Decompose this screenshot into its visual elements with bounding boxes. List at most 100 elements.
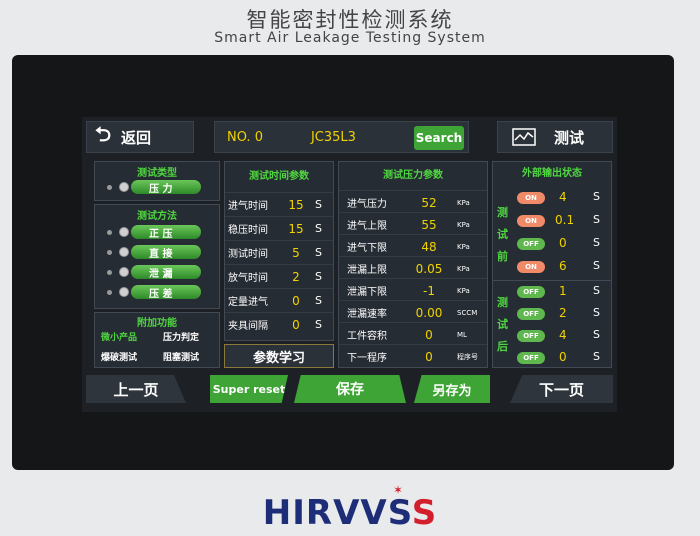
output-toggle[interactable]: ON bbox=[517, 261, 545, 273]
output-toggle[interactable]: OFF bbox=[517, 308, 545, 320]
param-value[interactable]: 55 bbox=[401, 218, 457, 232]
output-time[interactable]: 0 bbox=[559, 350, 567, 364]
param-value[interactable]: 5 bbox=[277, 246, 315, 260]
param-row[interactable]: 泄漏速率 0.00 SCCM bbox=[339, 300, 487, 324]
param-label: 进气上限 bbox=[347, 221, 387, 232]
output-time[interactable]: 2 bbox=[559, 306, 567, 320]
param-row[interactable]: 泄漏下限 -1 KPa bbox=[339, 278, 487, 302]
param-row[interactable]: 泄漏上限 0.05 KPa bbox=[339, 256, 487, 280]
after-test-label: 测 试 后 bbox=[497, 292, 511, 358]
param-value[interactable]: 52 bbox=[401, 196, 457, 210]
param-value[interactable]: 0 bbox=[401, 328, 457, 342]
after-char: 测 bbox=[497, 296, 508, 309]
test-type-option-label: 压 力 bbox=[149, 183, 173, 195]
param-unit: KPa bbox=[457, 220, 470, 229]
param-row[interactable]: 进气下限 48 KPa bbox=[339, 234, 487, 258]
radio-method-1[interactable] bbox=[119, 227, 129, 237]
indicator-dot bbox=[107, 270, 112, 275]
save-button[interactable]: 保存 bbox=[294, 375, 406, 403]
test-type-option[interactable]: 压 力 bbox=[131, 180, 201, 195]
method-option-1[interactable]: 正 压 bbox=[131, 225, 201, 240]
param-value[interactable]: 0 bbox=[401, 350, 457, 364]
param-value[interactable]: 15 bbox=[277, 198, 315, 212]
param-label: 进气下限 bbox=[347, 243, 387, 254]
output-toggle[interactable]: ON bbox=[517, 215, 545, 227]
output-time[interactable]: 0 bbox=[559, 236, 567, 250]
output-time[interactable]: 4 bbox=[559, 328, 567, 342]
indicator-dot bbox=[107, 185, 112, 190]
param-value[interactable]: -1 bbox=[401, 284, 457, 298]
brand-text-a: HIR bbox=[262, 493, 334, 533]
param-row[interactable]: 定量进气 0 S bbox=[225, 288, 333, 312]
method-option-2[interactable]: 直 接 bbox=[131, 245, 201, 260]
output-toggle[interactable]: ON bbox=[517, 192, 545, 204]
param-value[interactable]: 0.00 bbox=[401, 306, 457, 320]
search-button[interactable]: Search bbox=[414, 126, 464, 150]
param-unit: S bbox=[315, 294, 322, 307]
param-unit: KPa bbox=[457, 242, 470, 251]
param-unit: S bbox=[315, 222, 322, 235]
param-row[interactable]: 下一程序 0 程序号 bbox=[339, 344, 487, 368]
param-value[interactable]: 15 bbox=[277, 222, 315, 236]
param-row[interactable]: 工件容积 0 ML bbox=[339, 322, 487, 346]
param-row[interactable]: 进气上限 55 KPa bbox=[339, 212, 487, 236]
param-row[interactable]: 进气压力 52 KPa bbox=[339, 190, 487, 214]
param-label: 进气压力 bbox=[347, 199, 387, 210]
before-char: 前 bbox=[497, 250, 508, 263]
param-learn-button[interactable]: 参数学习 bbox=[224, 344, 334, 368]
radio-method-3[interactable] bbox=[119, 267, 129, 277]
output-toggle[interactable]: OFF bbox=[517, 286, 545, 298]
param-row[interactable]: 进气时间 15 S bbox=[225, 192, 333, 216]
radio-method-4[interactable] bbox=[119, 287, 129, 297]
prev-page-label: 上一页 bbox=[113, 380, 159, 399]
method-option-4[interactable]: 压 差 bbox=[131, 285, 201, 300]
param-value[interactable]: 2 bbox=[277, 270, 315, 284]
output-toggle[interactable]: OFF bbox=[517, 330, 545, 342]
output-time[interactable]: 1 bbox=[559, 284, 567, 298]
test-type-panel: 测试类型 压 力 bbox=[94, 161, 220, 201]
param-row[interactable]: 放气时间 2 S bbox=[225, 264, 333, 288]
output-toggle[interactable]: OFF bbox=[517, 352, 545, 364]
radio-test-type[interactable] bbox=[119, 182, 129, 192]
param-row[interactable]: 测试时间 5 S bbox=[225, 240, 333, 264]
hmi-screen: ⮌ 返回 NO. 0 JC35L3 Search 测试 测试类型 压 力 测试方… bbox=[82, 117, 617, 412]
param-row[interactable]: 稳压时间 15 S bbox=[225, 216, 333, 240]
param-value[interactable]: 48 bbox=[401, 240, 457, 254]
output-toggle[interactable]: OFF bbox=[517, 238, 545, 250]
output-unit: S bbox=[593, 190, 600, 203]
next-page-button[interactable]: 下一页 bbox=[510, 375, 613, 403]
method-label-3: 泄 漏 bbox=[149, 268, 173, 280]
extra-pressure-judge[interactable]: 压力判定 bbox=[163, 330, 199, 343]
next-page-label: 下一页 bbox=[538, 380, 584, 399]
pressure-params-panel: 测试压力参数 进气压力 52 KPa 进气上限 55 KPa 进气下限 48 K… bbox=[338, 161, 488, 368]
extra-functions-panel: 附加功能 微小产品 压力判定 爆破测试 阻塞测试 bbox=[94, 312, 220, 368]
method-option-3[interactable]: 泄 漏 bbox=[131, 265, 201, 280]
prev-page-button[interactable]: 上一页 bbox=[86, 375, 186, 403]
param-label: 下一程序 bbox=[347, 353, 387, 364]
back-button[interactable]: ⮌ 返回 bbox=[86, 121, 194, 153]
extra-burst-test[interactable]: 爆破测试 bbox=[101, 350, 137, 363]
extra-mini-product[interactable]: 微小产品 bbox=[101, 330, 137, 343]
test-method-header: 测试方法 bbox=[137, 211, 177, 222]
output-time[interactable]: 6 bbox=[559, 259, 567, 273]
method-label-1: 正 压 bbox=[149, 228, 173, 240]
param-value[interactable]: 0.05 bbox=[401, 262, 457, 276]
extra-header: 附加功能 bbox=[137, 318, 177, 329]
extra-block-test[interactable]: 阻塞测试 bbox=[163, 350, 199, 363]
param-label: 泄漏上限 bbox=[347, 265, 387, 276]
param-row[interactable]: 夹具间隔 0 S bbox=[225, 312, 333, 336]
output-time[interactable]: 0.1 bbox=[555, 213, 574, 227]
param-value[interactable]: 0 bbox=[277, 318, 315, 332]
radio-method-2[interactable] bbox=[119, 247, 129, 257]
time-params-header: 测试时间参数 bbox=[249, 171, 309, 182]
param-unit: KPa bbox=[457, 198, 470, 207]
param-unit: S bbox=[315, 246, 322, 259]
save-as-button[interactable]: 另存为 bbox=[414, 375, 490, 403]
super-reset-button[interactable]: Super reset bbox=[210, 375, 288, 403]
test-type-header: 测试类型 bbox=[137, 168, 177, 179]
program-name: JC35L3 bbox=[310, 129, 356, 145]
output-time[interactable]: 4 bbox=[559, 190, 567, 204]
param-value[interactable]: 0 bbox=[277, 294, 315, 308]
test-button[interactable]: 测试 bbox=[497, 121, 613, 153]
param-label: 泄漏下限 bbox=[347, 287, 387, 298]
